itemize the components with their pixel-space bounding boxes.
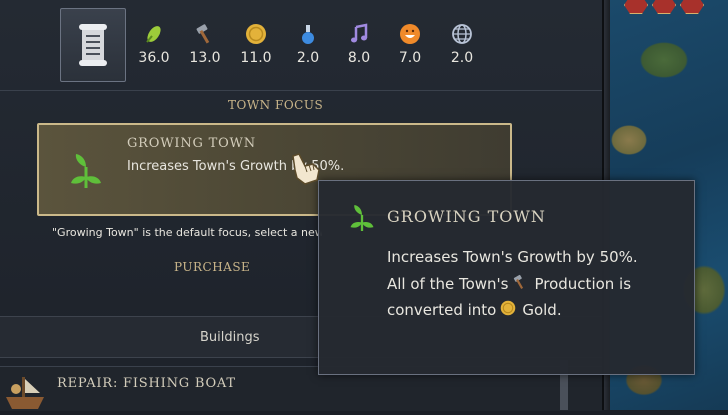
tooltip-line-1: Increases Town's Growth by 50%. — [387, 248, 638, 266]
production-icon — [193, 22, 217, 46]
yield-food[interactable]: 36.0 — [129, 22, 179, 66]
scroll-icon — [79, 24, 107, 66]
tooltip-line-3a: converted into — [387, 301, 497, 319]
yield-happiness[interactable]: 7.0 — [385, 22, 435, 66]
city-details-button[interactable] — [60, 8, 126, 82]
tooltip-line-growth: Increases Town's Growth by 50%. — [387, 248, 638, 266]
tooltip-line-2a: All of the Town's — [387, 275, 509, 293]
yield-production[interactable]: 13.0 — [180, 22, 230, 66]
happiness-icon — [398, 22, 422, 46]
sprout-icon — [349, 204, 375, 236]
town-focus-heading: TOWN FOCUS — [228, 98, 324, 112]
divider — [0, 90, 602, 91]
science-icon — [296, 22, 320, 46]
production-icon — [512, 274, 528, 294]
focus-card-title: GROWING TOWN — [127, 136, 256, 151]
yield-happiness-value: 7.0 — [398, 50, 422, 66]
yield-science[interactable]: 2.0 — [283, 22, 333, 66]
yield-food-value: 36.0 — [138, 50, 170, 66]
tooltip-line-2b: Production is — [534, 275, 632, 293]
culture-icon — [347, 22, 371, 46]
purchase-heading: PURCHASE — [174, 260, 251, 274]
yield-gold[interactable]: 11.0 — [231, 22, 281, 66]
gold-icon — [244, 22, 268, 46]
yield-culture-value: 8.0 — [347, 50, 371, 66]
fishing-boat-icon — [2, 375, 48, 415]
influence-icon — [450, 22, 474, 46]
buildings-label: Buildings — [200, 330, 260, 345]
gold-icon — [500, 300, 516, 320]
territory-hex — [680, 0, 704, 14]
yield-gold-value: 11.0 — [240, 50, 272, 66]
food-icon — [142, 22, 166, 46]
territory-hex — [652, 0, 676, 14]
yield-influence-value: 2.0 — [450, 50, 474, 66]
hand-cursor-icon — [287, 152, 323, 190]
yield-science-value: 2.0 — [296, 50, 320, 66]
yield-influence[interactable]: 2.0 — [437, 22, 487, 66]
yield-culture[interactable]: 8.0 — [334, 22, 384, 66]
yield-production-value: 13.0 — [189, 50, 221, 66]
tooltip-line-production: All of the Town's Production is — [387, 274, 631, 294]
repair-label: REPAIR: FISHING BOAT — [57, 376, 236, 391]
focus-tooltip: GROWING TOWN Increases Town's Growth by … — [318, 180, 695, 375]
focus-hint-text: "Growing Town" is the default focus, sel… — [52, 226, 322, 239]
tooltip-line-gold: converted into Gold. — [387, 300, 562, 320]
territory-hex — [624, 0, 648, 14]
tooltip-line-3b: Gold. — [522, 301, 562, 319]
tooltip-title: GROWING TOWN — [387, 207, 546, 226]
sprout-icon — [69, 153, 103, 193]
